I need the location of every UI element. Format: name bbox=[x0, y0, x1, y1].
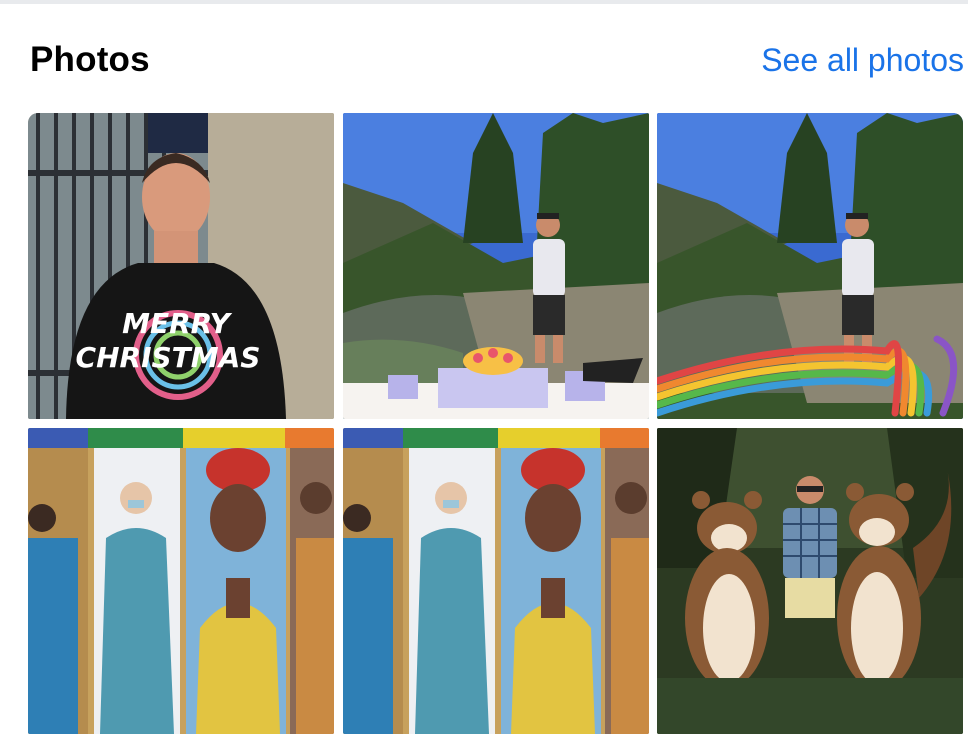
see-all-photos-link[interactable]: See all photos bbox=[761, 42, 964, 79]
photo-collage bbox=[343, 428, 649, 734]
photo-tile[interactable] bbox=[657, 113, 963, 419]
photo-tile[interactable] bbox=[343, 428, 649, 734]
photo-tile[interactable] bbox=[657, 428, 963, 734]
top-divider bbox=[0, 0, 968, 4]
photos-header: Photos See all photos bbox=[30, 38, 964, 82]
shirt-text-merry: MERRY bbox=[122, 307, 233, 340]
photo-hiker-rainbow bbox=[657, 113, 963, 419]
photo-tile[interactable]: MERRY CHRISTMAS bbox=[28, 113, 334, 419]
shirt-text-christmas: CHRISTMAS bbox=[76, 341, 261, 374]
photo-tile[interactable] bbox=[28, 428, 334, 734]
section-title: Photos bbox=[30, 40, 150, 79]
photo-hiker-gift bbox=[343, 113, 649, 419]
photo-tile[interactable] bbox=[343, 113, 649, 419]
photo-man-christmas-shirt: MERRY CHRISTMAS bbox=[28, 113, 334, 419]
photo-man-with-chipmunks bbox=[657, 428, 963, 734]
photo-collage bbox=[28, 428, 334, 734]
